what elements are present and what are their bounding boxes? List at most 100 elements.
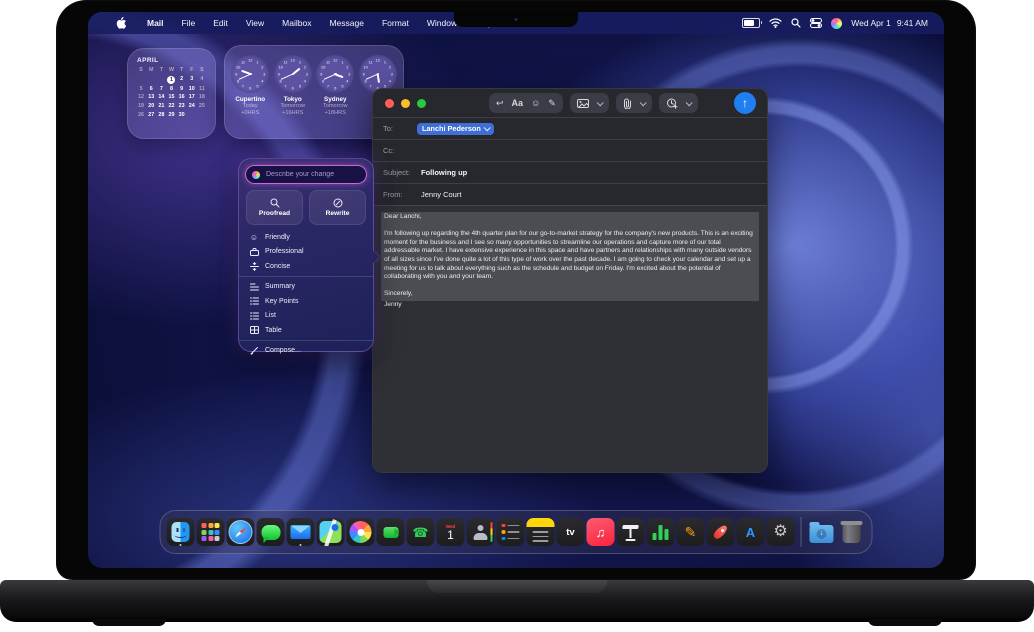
recipient-token[interactable]: Lanchi Pederson [417, 123, 494, 135]
calendar-day: 17 [187, 94, 197, 101]
traffic-lights [385, 99, 426, 108]
apple-menu-icon[interactable] [116, 17, 126, 29]
cc-field[interactable]: Cc: [373, 139, 767, 161]
calendar-day: 2 [177, 76, 187, 84]
emoji-icon[interactable]: ☺ [531, 99, 540, 108]
calendar-day: 7 [156, 86, 166, 93]
menu-item-edit[interactable]: Edit [204, 18, 237, 28]
proofread-button[interactable]: Proofread [246, 190, 303, 225]
menu-item-mailbox[interactable]: Mailbox [273, 18, 320, 28]
dock-numbers-icon[interactable] [647, 518, 675, 546]
writing-tools-icon[interactable]: ✎ [548, 99, 556, 108]
clock-face: 121234567891011 [316, 55, 354, 93]
wifi-icon[interactable] [769, 18, 782, 28]
subject-field[interactable]: Subject: Following up [373, 161, 767, 183]
menu-item-concise[interactable]: Concise [239, 259, 373, 274]
body-greeting: Dear Lanchi, [384, 213, 756, 222]
menu-item-professional[interactable]: Professional [239, 245, 373, 260]
dock-rocket-app-icon[interactable] [707, 518, 735, 546]
dock-safari-icon[interactable] [227, 518, 255, 546]
battery-icon[interactable] [742, 18, 760, 28]
calendar-day: 8 [166, 86, 176, 93]
menu-item-summary[interactable]: Summary [239, 280, 373, 295]
menu-item-mail[interactable]: Mail [138, 18, 173, 28]
menu-clock[interactable]: Wed Apr 1 9:41 AM [851, 18, 928, 28]
dock-trash-icon[interactable] [838, 518, 866, 546]
dock-pages-icon[interactable]: ✎ [677, 518, 705, 546]
menu-divider [239, 276, 373, 277]
dock-notes-icon[interactable] [527, 518, 555, 546]
menu-item-compose[interactable]: Compose... [239, 344, 373, 359]
dock: ☎ Wed1 tv ♫ ✎ A ⚙ ↓ [160, 510, 873, 554]
format-group: ↩ Aa ☺ ✎ [489, 93, 563, 113]
calendar-day: 24 [187, 103, 197, 110]
rewrite-button[interactable]: Rewrite [309, 190, 366, 225]
calendar-day: 20 [146, 103, 156, 110]
menu-item-list[interactable]: List [239, 309, 373, 324]
search-icon[interactable] [791, 18, 801, 28]
attachment-button[interactable] [616, 93, 652, 113]
close-button[interactable] [385, 99, 394, 108]
undo-icon[interactable]: ↩ [496, 99, 504, 108]
describe-change-input[interactable] [264, 170, 360, 179]
compose-pencil-icon [249, 346, 259, 355]
siri-icon[interactable] [831, 18, 842, 29]
lid-scoop [427, 580, 607, 593]
dock-settings-icon[interactable]: ⚙ [767, 518, 795, 546]
calendar-day: 28 [156, 112, 166, 119]
dock-reminders-icon[interactable] [497, 518, 525, 546]
dock-maps-icon[interactable] [317, 518, 345, 546]
zoom-button[interactable] [417, 99, 426, 108]
chevron-down-icon [685, 99, 692, 106]
briefcase-icon [249, 248, 259, 256]
dock-facetime-icon[interactable] [377, 518, 405, 546]
menu-item-format[interactable]: Format [373, 18, 418, 28]
apple-intelligence-icon [252, 171, 260, 179]
dock-contacts-icon[interactable] [467, 518, 495, 546]
dock-finder-icon[interactable] [167, 518, 195, 546]
media-button[interactable] [570, 93, 609, 113]
dock-calendar-icon[interactable]: Wed1 [437, 518, 465, 546]
day-header: W [166, 67, 176, 74]
dock-keynote-icon[interactable] [617, 518, 645, 546]
dock-app-store-icon[interactable]: A [737, 518, 765, 546]
clock-city: Cupertino [235, 96, 265, 103]
dock-photos-icon[interactable] [347, 518, 375, 546]
calendar-widget[interactable]: APRIL SMTWTFS 1234 567891011 12131415161… [127, 48, 216, 139]
calendar-day: 29 [166, 112, 176, 119]
dock-launchpad-icon[interactable] [197, 518, 225, 546]
day-header: F [187, 67, 197, 74]
dock-downloads-folder-icon[interactable]: ↓ [808, 518, 836, 546]
dock-phone-icon[interactable]: ☎ [407, 518, 435, 546]
menu-item-message[interactable]: Message [320, 18, 373, 28]
control-center-icon[interactable] [810, 18, 822, 28]
calendar-day: 16 [177, 94, 187, 101]
minimize-button[interactable] [401, 99, 410, 108]
dock-music-icon[interactable]: ♫ [587, 518, 615, 546]
to-field[interactable]: To: Lanchi Pederson [373, 117, 767, 139]
key-points-icon [249, 297, 259, 305]
calendar-day: 13 [146, 94, 156, 101]
describe-change-field[interactable] [246, 166, 366, 183]
calendar-day: 12 [136, 94, 146, 101]
format-text-button[interactable]: Aa [512, 99, 524, 108]
calendar-day: 5 [136, 86, 146, 93]
dock-tv-icon[interactable]: tv [557, 518, 585, 546]
message-body[interactable]: Dear Lanchi, I'm following up regarding … [373, 205, 767, 472]
clock-city: Sydney [324, 96, 346, 103]
dock-mail-icon[interactable] [287, 518, 315, 546]
clock-offset: +18HRS [325, 110, 346, 117]
calendar-day [187, 112, 197, 119]
menu-item-view[interactable]: View [237, 18, 273, 28]
writing-tools-menu: ☺ Friendly Professional Concise Summary [239, 227, 373, 358]
dock-messages-icon[interactable] [257, 518, 285, 546]
from-field[interactable]: From: Jenny Court [373, 183, 767, 205]
send-later-button[interactable] [659, 93, 698, 113]
menu-item-key-points[interactable]: Key Points [239, 294, 373, 309]
menu-item-file[interactable]: File [173, 18, 205, 28]
send-button[interactable]: ↑ [734, 92, 756, 114]
calendar-day [156, 76, 166, 84]
menu-item-friendly[interactable]: ☺ Friendly [239, 230, 373, 245]
menu-item-table[interactable]: Table [239, 323, 373, 338]
camera-dot [515, 18, 518, 21]
